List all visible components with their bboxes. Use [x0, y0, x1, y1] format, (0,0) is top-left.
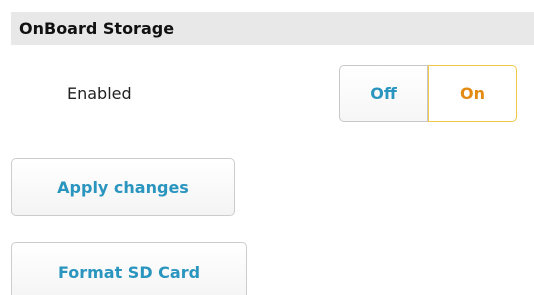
enabled-toggle: Off On: [339, 65, 517, 122]
section-header: OnBoard Storage: [11, 12, 534, 45]
apply-changes-button[interactable]: Apply changes: [11, 158, 235, 216]
enabled-setting-label: Enabled: [67, 84, 132, 103]
toggle-on-button[interactable]: On: [428, 65, 517, 122]
section-title: OnBoard Storage: [19, 19, 175, 38]
toggle-off-button[interactable]: Off: [339, 65, 428, 122]
onboard-storage-panel: OnBoard Storage Enabled Off On Apply cha…: [0, 0, 534, 295]
format-sd-card-button[interactable]: Format SD Card: [11, 242, 247, 295]
